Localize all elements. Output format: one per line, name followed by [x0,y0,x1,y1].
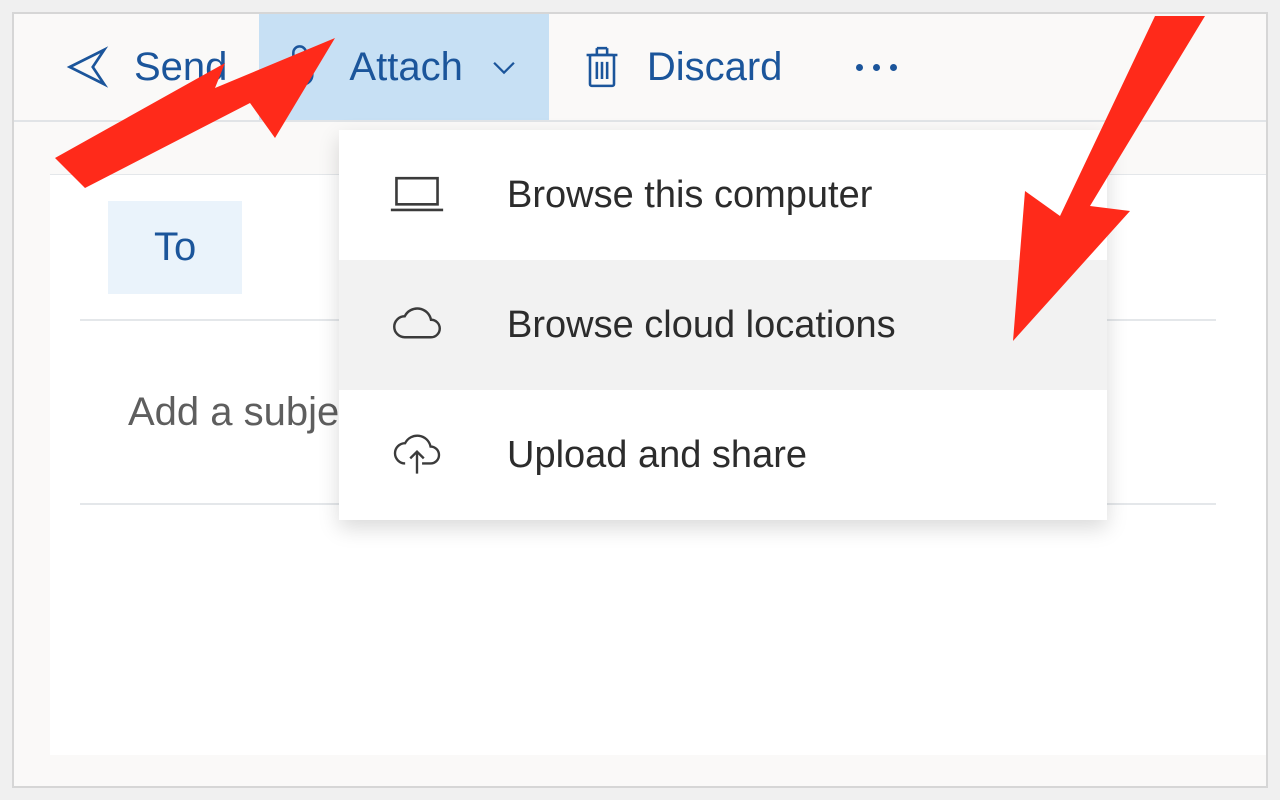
cloud-icon [387,305,447,345]
more-actions-button[interactable] [834,14,919,120]
discard-button[interactable]: Discard [553,14,811,120]
computer-icon [387,173,447,217]
ellipsis-icon [873,64,880,71]
attach-label: Attach [349,45,462,90]
chevron-down-icon [487,50,521,84]
attach-menu-label: Browse cloud locations [507,304,896,347]
annotation-arrow [985,16,1225,346]
annotation-arrow [55,28,335,188]
to-field-label[interactable]: To [108,201,242,294]
attach-menu-label: Upload and share [507,434,807,477]
cloud-upload-icon [387,433,447,477]
attach-upload-share[interactable]: Upload and share [339,390,1107,520]
discard-label: Discard [647,45,783,90]
subject-placeholder: Add a subject [128,390,370,435]
message-body[interactable] [80,505,1216,755]
trash-icon [581,43,623,91]
ellipsis-icon [856,64,863,71]
ellipsis-icon [890,64,897,71]
attach-menu-label: Browse this computer [507,174,872,217]
